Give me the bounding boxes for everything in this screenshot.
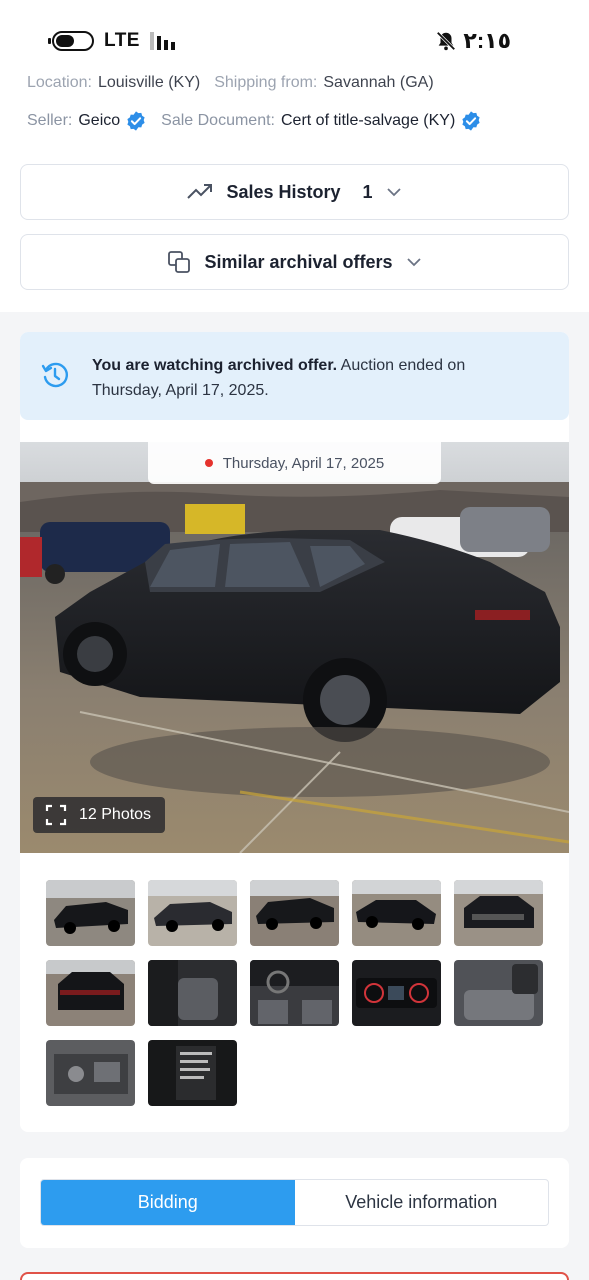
shipping-value: Savannah (GA)	[323, 74, 434, 91]
notice-bold: You are watching archived offer.	[92, 357, 338, 374]
seller-value: Geico	[78, 112, 121, 129]
copy-icon	[168, 251, 191, 273]
verified-icon	[127, 111, 145, 131]
similar-offers-label: Similar archival offers	[204, 251, 393, 272]
thumb-3[interactable]	[250, 880, 339, 946]
sales-history-accordion[interactable]: Sales History 1	[20, 164, 569, 220]
seller-label: Seller:	[27, 112, 73, 129]
status-bar: LTE ٢:١٥	[0, 0, 589, 72]
offer-card: You are watching archived offer. Auction…	[20, 332, 569, 1132]
thumb-7[interactable]	[148, 960, 237, 1026]
sales-history-count: 1	[362, 181, 373, 202]
chevron-down-icon	[406, 258, 421, 267]
sale-document-label: Sale Document:	[161, 112, 275, 129]
thumb-1[interactable]	[46, 880, 135, 946]
similar-offers-accordion[interactable]: Similar archival offers	[20, 234, 569, 290]
history-icon	[41, 362, 69, 388]
signal-icon	[149, 32, 175, 50]
thumb-11[interactable]	[46, 1040, 135, 1106]
battery-icon	[48, 31, 94, 51]
location-label: Location:	[27, 74, 92, 91]
photos-count-label: 12 Photos	[79, 806, 152, 823]
thumb-9[interactable]	[352, 960, 441, 1026]
network-type: LTE	[104, 30, 140, 51]
next-card-edge	[20, 1272, 569, 1280]
location-row: Location: Louisville (KY) Shipping from:…	[27, 74, 434, 92]
main-photo[interactable]: Thursday, April 17, 2025 12 Photos	[20, 442, 569, 853]
vehicle-info-card: Location: Louisville (KY) Shipping from:…	[0, 72, 589, 312]
chevron-down-icon	[386, 188, 401, 197]
photo-date-text: Thursday, April 17, 2025	[222, 454, 385, 472]
thumb-12[interactable]	[148, 1040, 237, 1106]
fullscreen-icon	[45, 804, 67, 826]
notice-text: You are watching archived offer. Auction…	[92, 353, 512, 403]
archived-notice: You are watching archived offer. Auction…	[20, 332, 569, 420]
status-right: ٢:١٥	[435, 28, 511, 54]
tab-vehicle-information[interactable]: Vehicle information	[295, 1180, 549, 1225]
sales-history-label: Sales History	[226, 181, 341, 202]
thumb-10[interactable]	[454, 960, 543, 1026]
car-photo-image	[20, 442, 569, 853]
tab-bidding[interactable]: Bidding	[41, 1180, 295, 1225]
verified-icon	[462, 111, 480, 131]
thumb-4[interactable]	[352, 880, 441, 946]
shipping-label: Shipping from:	[214, 74, 318, 91]
trending-up-icon	[187, 184, 213, 199]
tab-bar: Bidding Vehicle information	[40, 1179, 549, 1226]
seller-row: Seller: Geico Sale Document: Cert of tit…	[27, 110, 482, 132]
photo-date: Thursday, April 17, 2025	[148, 442, 441, 484]
bell-off-icon	[437, 31, 456, 51]
status-left: LTE	[48, 30, 175, 52]
thumb-6[interactable]	[46, 960, 135, 1026]
tab-card: Bidding Vehicle information	[20, 1158, 569, 1248]
thumb-8[interactable]	[250, 960, 339, 1026]
sale-document-value: Cert of title-salvage (KY)	[281, 112, 456, 129]
clock: ٢:١٥	[463, 28, 511, 53]
thumb-5[interactable]	[454, 880, 543, 946]
status-dot	[204, 459, 213, 467]
thumb-2[interactable]	[148, 880, 237, 946]
photos-count-button[interactable]: 12 Photos	[33, 797, 166, 833]
location-value: Louisville (KY)	[97, 74, 201, 91]
